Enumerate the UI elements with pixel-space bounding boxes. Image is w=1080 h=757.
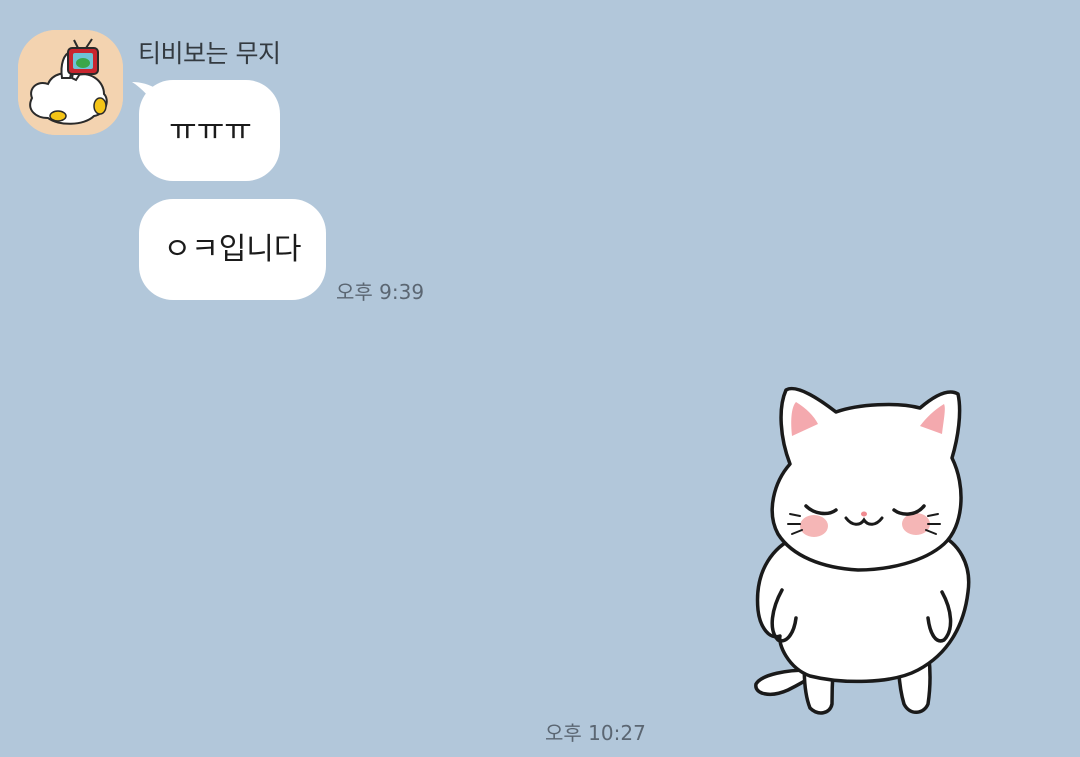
message-text: ㅠㅠㅠ	[169, 112, 252, 148]
white-cat-sticker-icon	[754, 386, 971, 715]
muzi-watching-tv-avatar-icon	[18, 30, 123, 135]
message-bubble[interactable]: ㅠㅠㅠ	[139, 80, 280, 181]
message-timestamp: 오후 9:39	[336, 280, 425, 304]
sticker-timestamp: 오후 10:27	[545, 721, 646, 745]
sent-sticker[interactable]	[748, 378, 978, 723]
sender-name: 티비보는 무지	[138, 39, 281, 68]
sender-avatar[interactable]	[18, 30, 123, 135]
message-text: ㅇㅋ입니다	[163, 231, 302, 267]
message-bubble[interactable]: ㅇㅋ입니다	[139, 199, 326, 300]
chat-area: 티비보는 무지 ㅠㅠㅠ ㅇㅋ입니다 오후 9:39 오후 10:27	[0, 0, 1080, 757]
